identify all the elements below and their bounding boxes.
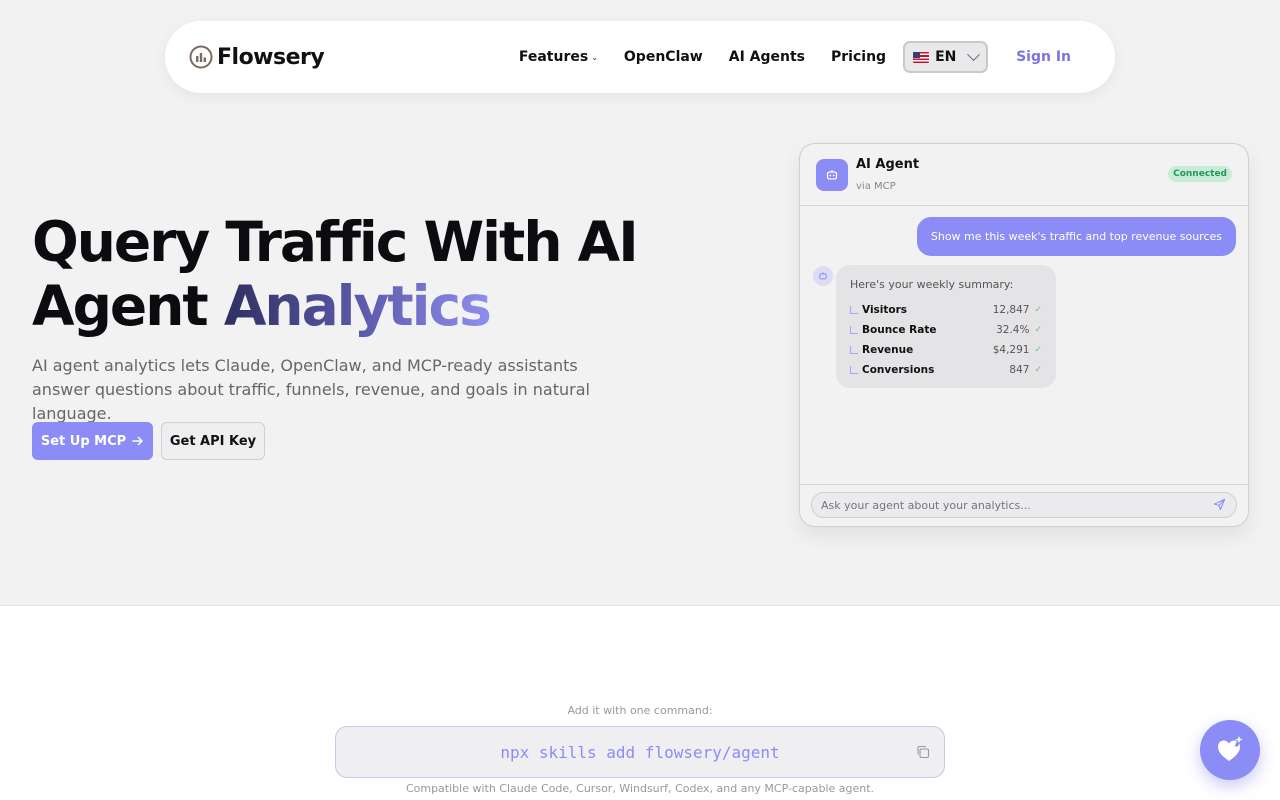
hero-title-line2: Agent <box>32 274 209 338</box>
agent-name: AI Agent <box>856 157 920 172</box>
brand-logo[interactable]: Flowsery <box>189 44 325 70</box>
sign-in-link[interactable]: Sign In <box>1016 49 1071 65</box>
agent-via: via MCP <box>856 181 896 192</box>
chart-icon <box>850 326 858 334</box>
us-flag-icon <box>913 51 930 63</box>
bot-summary-intro: Here's your weekly summary: <box>850 278 1014 291</box>
install-command: npx skills add flowsery/agent <box>500 742 780 762</box>
hero-title: Query Traffic With AI Agent Analytics <box>32 210 639 338</box>
brand-name: Flowsery <box>217 44 325 70</box>
bot-message: Here's your weekly summary: Visitors 12,… <box>836 265 1056 388</box>
language-select[interactable]: EN <box>903 41 989 73</box>
agent-chat-card: AI Agent via MCP Connected Show me this … <box>799 143 1249 527</box>
install-command-box[interactable]: npx skills add flowsery/agent <box>335 726 945 778</box>
chat-header: AI Agent via MCP Connected <box>800 144 1248 206</box>
hero-title-line1: Query Traffic With AI <box>32 210 639 274</box>
stat-label: Revenue <box>862 344 914 356</box>
get-api-key-button[interactable]: Get API Key <box>161 422 265 460</box>
nav-features-label: Features <box>518 49 589 65</box>
stat-label: Bounce Rate <box>862 324 937 336</box>
copy-icon[interactable] <box>916 745 930 759</box>
status-badge: Connected <box>1168 166 1232 182</box>
compatibility-note: Compatible with Claude Code, Cursor, Win… <box>405 782 875 795</box>
bot-small-icon <box>813 266 833 286</box>
setup-mcp-label: Set Up MCP <box>40 433 127 449</box>
heart-sparkle-icon <box>1218 736 1243 761</box>
stat-value: 847 <box>1009 364 1030 376</box>
hero-title-accent: Analytics <box>223 274 492 338</box>
chart-icon <box>850 366 858 374</box>
stat-row: Conversions 847 ✓ <box>850 360 1042 380</box>
stat-label: Conversions <box>862 364 935 376</box>
chevron-down-icon <box>967 47 980 61</box>
stat-value: 12,847 <box>992 304 1030 316</box>
chat-header-text: AI Agent via MCP <box>856 157 919 192</box>
chart-icon <box>850 306 858 314</box>
stat-label: Visitors <box>862 304 908 316</box>
language-value: EN <box>935 49 957 65</box>
chat-input-bar <box>800 484 1248 526</box>
hero-subtitle: AI agent analytics lets Claude, OpenClaw… <box>32 356 590 423</box>
stat-value: 32.4% <box>996 324 1030 336</box>
nav-openclaw[interactable]: OpenClaw <box>624 49 703 65</box>
check-icon: ✓ <box>1034 365 1042 375</box>
stat-row: Revenue $4,291 ✓ <box>850 340 1042 360</box>
top-navbar: Flowsery Features ⌄ OpenClaw AI Agents P… <box>165 21 1115 93</box>
nav-links: Features ⌄ OpenClaw AI Agents Pricing EN… <box>519 41 1091 73</box>
bot-icon <box>816 158 848 191</box>
stat-value: $4,291 <box>992 344 1030 356</box>
nav-features[interactable]: Features ⌄ <box>519 49 598 65</box>
install-section: Add it with one command: npx skills add … <box>0 605 1280 800</box>
ask-agent-input[interactable] <box>811 492 1237 518</box>
nav-ai-agents[interactable]: AI Agents <box>729 49 805 65</box>
install-label: Add it with one command: <box>567 704 713 717</box>
arrow-right-icon <box>132 436 143 446</box>
stat-row: Bounce Rate 32.4% ✓ <box>850 320 1042 340</box>
nav-pricing[interactable]: Pricing <box>831 49 886 65</box>
send-icon[interactable] <box>1213 498 1226 511</box>
check-icon: ✓ <box>1034 345 1042 355</box>
logo-icon <box>189 45 213 69</box>
chat-assistant-button[interactable] <box>1200 720 1260 780</box>
user-message: Show me this week's traffic and top reve… <box>916 217 1236 256</box>
chart-icon <box>850 346 858 354</box>
check-icon: ✓ <box>1034 305 1042 315</box>
chevron-down-icon: ⌄ <box>591 52 598 62</box>
stat-row: Visitors 12,847 ✓ <box>850 300 1042 320</box>
check-icon: ✓ <box>1034 325 1042 335</box>
setup-mcp-button[interactable]: Set Up MCP <box>32 422 153 460</box>
